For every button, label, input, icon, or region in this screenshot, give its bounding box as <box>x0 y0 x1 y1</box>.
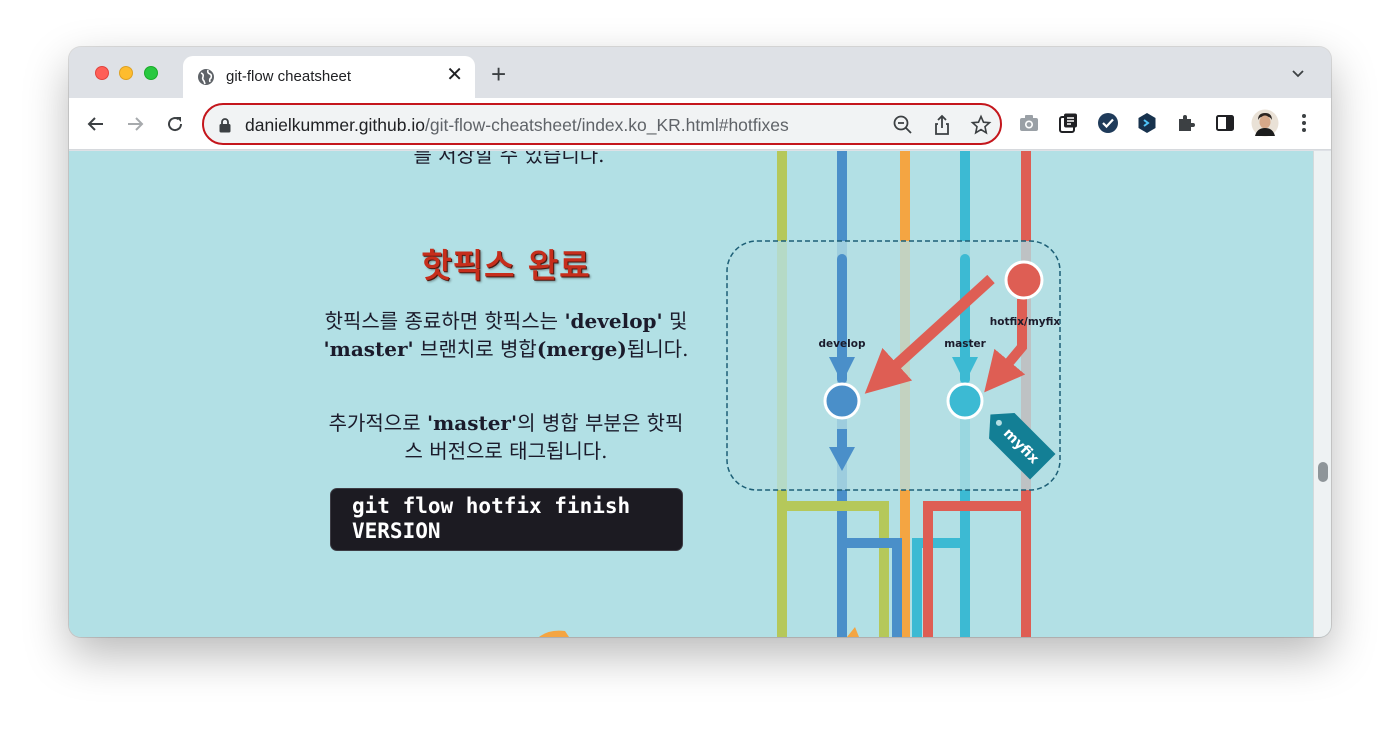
scrollbar-thumb[interactable] <box>1318 462 1328 482</box>
globe-icon <box>198 69 214 85</box>
browser-toolbar: danielkummer.github.io/git-flow-cheatshe… <box>69 98 1331 150</box>
vertical-scrollbar[interactable] <box>1313 151 1331 637</box>
url-path: /git-flow-cheatsheet/index.ko_KR.html#ho… <box>424 115 789 135</box>
more-menu-icon[interactable] <box>1292 111 1316 135</box>
checkmark-extension-icon[interactable] <box>1096 111 1120 135</box>
zoom-out-icon[interactable] <box>892 114 914 136</box>
notes-extension-icon[interactable] <box>1056 111 1080 135</box>
share-icon[interactable] <box>931 114 953 136</box>
puzzle-extensions-icon[interactable] <box>1174 111 1198 135</box>
forward-arrow-icon[interactable] <box>123 112 147 136</box>
tab-git-flow-cheatsheet[interactable]: git-flow cheatsheet ✕ <box>183 56 475 98</box>
partial-decoration <box>847 627 859 637</box>
master-label: master <box>944 338 986 350</box>
develop-label: develop <box>819 338 866 350</box>
master-merge-commit <box>946 382 984 420</box>
close-window-button[interactable] <box>95 66 109 80</box>
develop-merge-commit <box>823 382 861 420</box>
url-host: danielkummer.github.io <box>245 115 425 135</box>
partial-decoration <box>539 630 569 637</box>
reload-icon[interactable] <box>163 112 187 136</box>
hotfix-commit <box>1004 260 1044 300</box>
hotfix-label: hotfix/myfix <box>990 316 1061 328</box>
profile-avatar-icon[interactable] <box>1251 109 1279 137</box>
back-arrow-icon[interactable] <box>84 112 108 136</box>
git-flow-diagram: myfix develop master hotfix/myfix <box>539 151 1061 637</box>
tab-title: git-flow cheatsheet <box>226 68 352 85</box>
bookmark-star-icon[interactable] <box>970 114 992 136</box>
tab-strip: git-flow cheatsheet ✕ + <box>69 47 1331 98</box>
tab-search-chevron-icon[interactable] <box>1291 67 1305 81</box>
close-tab-icon[interactable]: ✕ <box>446 65 463 85</box>
page-content: 를 저장할 수 있습니다. 핫픽스 완료 핫픽스를 종료하면 핫픽스는 'dev… <box>69 151 1331 637</box>
new-tab-button[interactable]: + <box>491 61 506 87</box>
minimize-window-button[interactable] <box>119 66 133 80</box>
address-bar[interactable]: danielkummer.github.io/git-flow-cheatshe… <box>202 103 1002 145</box>
browser-window: git-flow cheatsheet ✕ + danielkummer.git… <box>69 47 1331 637</box>
side-panel-icon[interactable] <box>1213 111 1237 135</box>
url-text[interactable]: danielkummer.github.io/git-flow-cheatshe… <box>245 115 789 136</box>
zoom-window-button[interactable] <box>144 66 158 80</box>
code-extension-icon[interactable] <box>1135 111 1159 135</box>
lock-icon[interactable] <box>218 117 232 133</box>
camera-icon[interactable] <box>1017 111 1041 135</box>
